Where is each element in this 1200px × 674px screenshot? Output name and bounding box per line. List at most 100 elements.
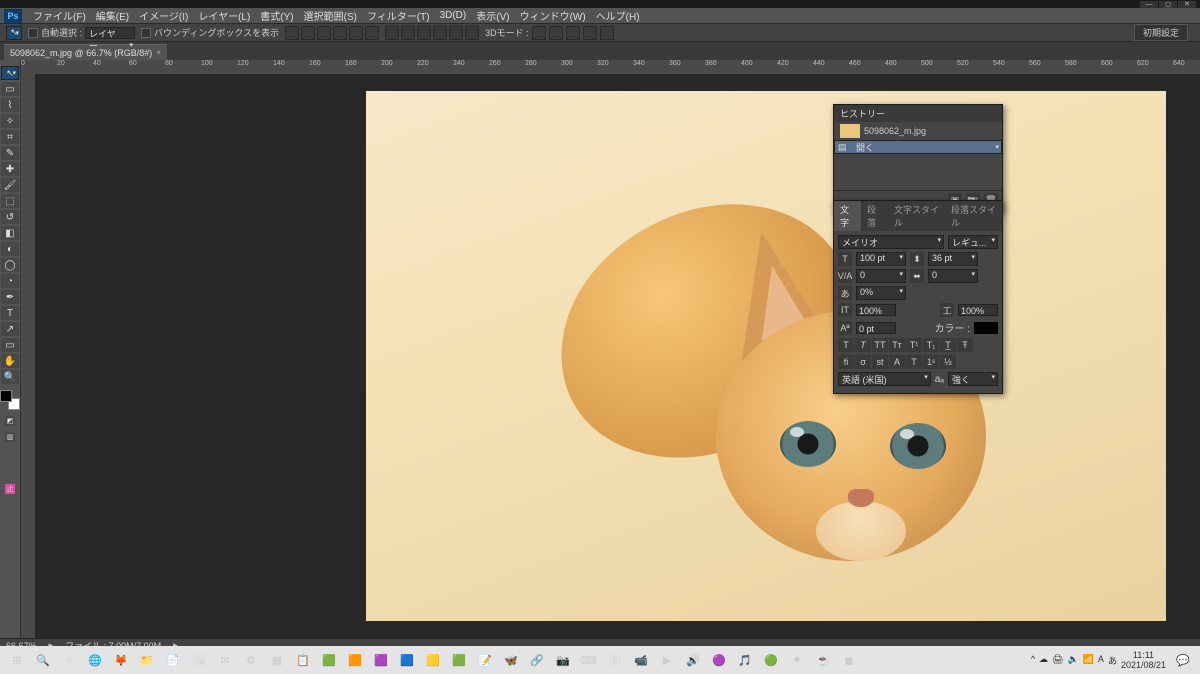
align-icon[interactable]: [333, 26, 347, 40]
tracking-input[interactable]: 0: [928, 269, 978, 283]
mode3d-icon[interactable]: [549, 26, 563, 40]
taskbar-app-icon[interactable]: 📋: [292, 649, 314, 671]
superscript-button[interactable]: T¹: [906, 338, 922, 352]
menu-edit[interactable]: 編集(E): [91, 8, 134, 23]
taskbar-app-icon[interactable]: 🟧: [344, 649, 366, 671]
tab-character[interactable]: 文字: [834, 201, 861, 231]
underline-button[interactable]: T̲: [940, 338, 956, 352]
taskbar-app-icon[interactable]: 🖼: [188, 649, 210, 671]
font-size-input[interactable]: 100 pt: [856, 252, 906, 266]
bbox-checkbox[interactable]: [141, 28, 151, 38]
text-color-swatch[interactable]: [974, 322, 998, 334]
taskbar-app-icon[interactable]: 📄: [162, 649, 184, 671]
align-icon[interactable]: [317, 26, 331, 40]
menu-select[interactable]: 選択範囲(S): [299, 8, 362, 23]
tray-icon[interactable]: 🔈: [1067, 654, 1078, 667]
font-family-select[interactable]: メイリオ: [838, 235, 944, 249]
minimize-button[interactable]: —: [1140, 1, 1158, 8]
menu-filter[interactable]: フィルター(T): [362, 8, 435, 23]
distribute-icon[interactable]: [433, 26, 447, 40]
allcaps-button[interactable]: TT: [872, 338, 888, 352]
opentype-icon[interactable]: T: [906, 355, 922, 369]
color-swatches[interactable]: [0, 390, 20, 410]
menu-window[interactable]: ウィンドウ(W): [515, 8, 591, 23]
baseline-input[interactable]: 0 pt: [856, 322, 896, 334]
italic-button[interactable]: T: [855, 338, 871, 352]
distribute-icon[interactable]: [449, 26, 463, 40]
tab-paragraph[interactable]: 段落: [861, 201, 888, 231]
distribute-icon[interactable]: [417, 26, 431, 40]
taskbar-app-icon[interactable]: 🔗: [526, 649, 548, 671]
opentype-icon[interactable]: st: [872, 355, 888, 369]
dodge-tool[interactable]: ◔: [1, 274, 19, 288]
taskbar-app-icon[interactable]: 🔍: [32, 649, 54, 671]
taskbar-app-icon[interactable]: 🎵: [734, 649, 756, 671]
tray-icon[interactable]: A: [1098, 654, 1104, 667]
quick-mask-toggle[interactable]: ◩: [5, 416, 15, 426]
opentype-icon[interactable]: σ: [855, 355, 871, 369]
tray-icon[interactable]: ☁: [1039, 654, 1048, 667]
tray-icon[interactable]: ^: [1031, 654, 1035, 667]
menu-3d[interactable]: 3D(D): [435, 10, 472, 21]
auto-select-dropdown[interactable]: レイヤー: [85, 27, 135, 39]
taskbar-app-icon[interactable]: ⚙: [240, 649, 262, 671]
mode3d-icon[interactable]: [566, 26, 580, 40]
mode3d-icon[interactable]: [600, 26, 614, 40]
menu-type[interactable]: 書式(Y): [255, 8, 298, 23]
taskbar-app-icon[interactable]: 📁: [136, 649, 158, 671]
taskbar-app-icon[interactable]: 📝: [474, 649, 496, 671]
maximize-button[interactable]: ◻: [1159, 1, 1177, 8]
taskbar-app-icon[interactable]: Ⓢ: [604, 649, 626, 671]
kerning-input[interactable]: 0: [856, 269, 906, 283]
tab-charstyle[interactable]: 文字スタイル: [888, 201, 945, 231]
magic-wand-tool[interactable]: ✧: [1, 114, 19, 128]
taskbar-app-icon[interactable]: 📹: [630, 649, 652, 671]
auto-select-checkbox[interactable]: [28, 28, 38, 38]
taskbar-app-icon[interactable]: 🟩: [318, 649, 340, 671]
taskbar-app-icon[interactable]: ○: [58, 649, 80, 671]
tray-icon[interactable]: あ: [1108, 654, 1117, 667]
hscale-input[interactable]: 100%: [958, 304, 998, 316]
distribute-icon[interactable]: [465, 26, 479, 40]
taskbar-app-icon[interactable]: ◼: [838, 649, 860, 671]
opentype-icon[interactable]: fi: [838, 355, 854, 369]
workspace-selector[interactable]: 初期設定: [1134, 24, 1188, 41]
mode3d-icon[interactable]: [532, 26, 546, 40]
taskbar-app-icon[interactable]: ⌨: [578, 649, 600, 671]
canvas[interactable]: [35, 74, 1200, 638]
vscale-input[interactable]: 100%: [856, 304, 896, 316]
crop-tool[interactable]: ⌗: [1, 130, 19, 144]
menu-layer[interactable]: レイヤー(L): [193, 8, 255, 23]
blur-tool[interactable]: ◯: [1, 258, 19, 272]
menu-view[interactable]: 表示(V): [471, 8, 514, 23]
bold-button[interactable]: T: [838, 338, 854, 352]
marquee-tool[interactable]: ▭: [1, 82, 19, 96]
healing-tool[interactable]: ✚: [1, 162, 19, 176]
taskbar-app-icon[interactable]: 🟢: [760, 649, 782, 671]
history-step[interactable]: ▤ 開く: [834, 140, 1002, 154]
path-tool[interactable]: ↗: [1, 322, 19, 336]
taskbar-app-icon[interactable]: 🟪: [370, 649, 392, 671]
taskbar-clock[interactable]: 11:11 2021/08/21: [1121, 650, 1166, 670]
history-panel[interactable]: ヒストリー 5098062_m.jpg ▤ 開く ▣ 📷 🗑: [833, 104, 1003, 213]
taskbar-app-icon[interactable]: 🟣: [708, 649, 730, 671]
taskbar-app-icon[interactable]: 🟩: [448, 649, 470, 671]
opentype-icon[interactable]: 1ˢ: [923, 355, 939, 369]
taskbar-app-icon[interactable]: 📷: [552, 649, 574, 671]
align-icon[interactable]: [365, 26, 379, 40]
eyedropper-tool[interactable]: ✎: [1, 146, 19, 160]
taskbar-app-icon[interactable]: 🟨: [422, 649, 444, 671]
hand-tool[interactable]: ✋: [1, 354, 19, 368]
taskbar-app-icon[interactable]: ▶: [656, 649, 678, 671]
font-style-select[interactable]: レギュ...: [948, 235, 998, 249]
taskbar-app-icon[interactable]: 🔊: [682, 649, 704, 671]
tray-icon[interactable]: 📶: [1083, 654, 1094, 667]
opentype-icon[interactable]: ½: [940, 355, 956, 369]
shape-tool[interactable]: ▭: [1, 338, 19, 352]
screen-mode-toggle[interactable]: ▥: [5, 432, 15, 442]
type-tool[interactable]: T: [1, 306, 19, 320]
menu-file[interactable]: ファイル(F): [28, 8, 91, 23]
history-source[interactable]: 5098062_m.jpg: [834, 122, 1002, 140]
taskbar-app-icon[interactable]: 🦊: [110, 649, 132, 671]
align-icon[interactable]: [285, 26, 299, 40]
